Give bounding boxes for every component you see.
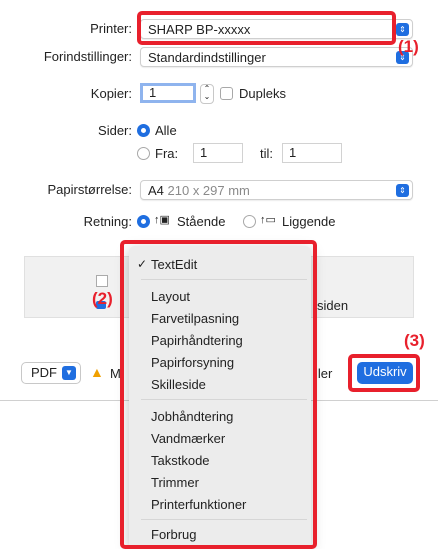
copies-label: Kopier: [90, 86, 132, 101]
presets-select[interactable]: Standardindstillinger ⇕ [140, 47, 413, 67]
presets-value: Standardindstillinger [148, 50, 266, 65]
highlight-menu [120, 240, 317, 549]
paper-size-label: Papirstørrelse: [47, 182, 132, 197]
cancel-button-label[interactable]: ller [315, 366, 332, 381]
panel-text: siden [317, 298, 349, 313]
chevron-updown-icon: ⇕ [396, 23, 409, 36]
warning-icon: ▲ [90, 364, 104, 380]
portrait-icon: ↑▣ [154, 214, 170, 226]
pages-to-input[interactable]: 1 [282, 143, 342, 163]
orientation-portrait-label: Stående [177, 214, 226, 229]
pages-all-label: Alle [155, 123, 177, 138]
presets-label: Forindstillinger: [43, 49, 132, 64]
copies-stepper[interactable]: ⌃ ⌄ [200, 84, 214, 104]
orientation-label: Retning: [83, 214, 132, 229]
pages-label: Sider: [98, 123, 132, 138]
highlight-printer [137, 11, 396, 45]
duplex-label: Dupleks [239, 86, 286, 101]
callout-2: (2) [92, 289, 113, 308]
orientation-portrait-radio[interactable] [137, 215, 150, 228]
pages-to-label: til: [260, 146, 273, 161]
callout-3: (3) [404, 331, 425, 350]
pages-all-radio[interactable] [137, 124, 150, 137]
chevron-down-icon: ▼ [62, 366, 76, 380]
pdf-button[interactable]: PDF ▼ [21, 362, 81, 384]
printer-label: Printer: [90, 21, 132, 36]
chevron-down-icon: ⌄ [203, 92, 211, 101]
pages-from-label: Fra: [155, 146, 179, 161]
duplex-checkbox[interactable] [220, 87, 233, 100]
copies-input[interactable]: 1 [140, 83, 196, 103]
orientation-landscape-label: Liggende [282, 214, 336, 229]
paper-size-value: A4 [148, 183, 168, 198]
highlight-print [348, 354, 420, 392]
paper-size-dims: 210 x 297 mm [167, 183, 250, 198]
panel-checkbox[interactable] [96, 275, 108, 287]
pages-range-radio[interactable] [137, 147, 150, 160]
chevron-updown-icon: ⇕ [396, 184, 409, 197]
paper-size-select[interactable]: A4 210 x 297 mm ⇕ [140, 180, 413, 200]
orientation-landscape-radio[interactable] [243, 215, 256, 228]
pages-from-input[interactable]: 1 [193, 143, 243, 163]
landscape-icon: ↑▭ [260, 214, 276, 226]
callout-1: (1) [398, 37, 419, 56]
pdf-label: PDF [31, 365, 57, 380]
